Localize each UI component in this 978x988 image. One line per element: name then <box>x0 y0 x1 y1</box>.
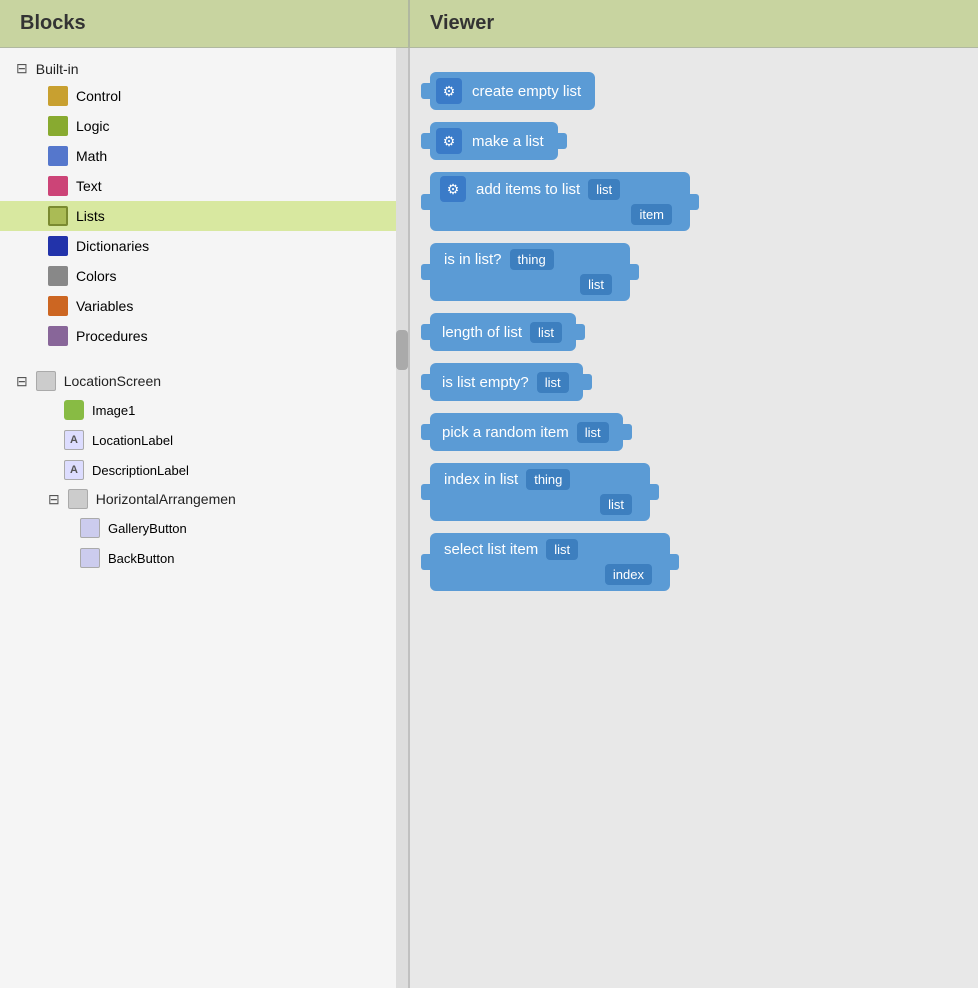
index-in-list-list-slot: list <box>600 494 632 515</box>
builtin-section: ⊟ Built-in Control Logic Math <box>0 48 408 359</box>
control-icon <box>48 86 68 106</box>
colors-icon <box>48 266 68 286</box>
gear-icon: ⚙ <box>436 78 462 104</box>
gear-icon: ⚙ <box>440 176 466 202</box>
block-add-items-to-list[interactable]: ⚙ add items to list list item <box>430 172 958 231</box>
add-items-text: add items to list <box>472 179 584 200</box>
gear-icon: ⚙ <box>436 128 462 154</box>
math-icon <box>48 146 68 166</box>
sidebar-item-variables[interactable]: Variables <box>0 291 408 321</box>
create-empty-list-text: create empty list <box>468 81 585 102</box>
logic-label: Logic <box>76 118 109 134</box>
block-make-a-list[interactable]: ⚙ make a list <box>430 122 958 160</box>
block-pick-random-item[interactable]: pick a random item list <box>430 413 958 451</box>
add-items-item-slot: item <box>631 204 672 225</box>
viewer-header: Viewer <box>410 0 978 47</box>
variables-icon <box>48 296 68 316</box>
block-is-list-empty[interactable]: is list empty? list <box>430 363 958 401</box>
horizontal-arrangement-icon <box>68 489 88 509</box>
length-of-list-slot: list <box>530 322 562 343</box>
location-screen-toggle[interactable]: ⊟ LocationScreen <box>0 367 408 395</box>
is-list-empty-slot: list <box>537 372 569 393</box>
sidebar-item-colors[interactable]: Colors <box>0 261 408 291</box>
is-in-list-thing-slot: thing <box>510 249 554 270</box>
pick-random-item-slot: list <box>577 422 609 443</box>
length-of-list-text: length of list <box>438 322 526 343</box>
block-index-in-list[interactable]: index in list thing list <box>430 463 958 521</box>
location-screen-section: ⊟ LocationScreen Image1 A LocationLabel … <box>0 359 408 581</box>
pick-random-item-text: pick a random item <box>438 422 573 443</box>
backbutton-label: BackButton <box>108 551 175 566</box>
locationlabel-label: LocationLabel <box>92 433 173 448</box>
scrollbar-thumb[interactable] <box>396 330 408 370</box>
control-label: Control <box>76 88 121 104</box>
variables-label: Variables <box>76 298 133 314</box>
logic-icon <box>48 116 68 136</box>
builtin-collapse-icon[interactable]: ⊟ <box>16 60 28 77</box>
math-label: Math <box>76 148 107 164</box>
block-select-list-item[interactable]: select list item list index <box>430 533 958 591</box>
gallerybutton-label: GalleryButton <box>108 521 187 536</box>
index-in-list-thing-slot: thing <box>526 469 570 490</box>
location-screen-label: LocationScreen <box>64 373 161 389</box>
is-in-list-list-slot: list <box>580 274 612 295</box>
image1-label: Image1 <box>92 403 135 418</box>
select-list-item-index-slot: index <box>605 564 652 585</box>
sidebar-item-math[interactable]: Math <box>0 141 408 171</box>
select-list-item-text: select list item <box>440 539 542 560</box>
descriptionlabel-icon: A <box>64 460 84 480</box>
sidebar-item-descriptionlabel[interactable]: A DescriptionLabel <box>0 455 408 485</box>
sidebar-item-control[interactable]: Control <box>0 81 408 111</box>
dictionaries-icon <box>48 236 68 256</box>
lists-icon <box>48 206 68 226</box>
sidebar-item-locationlabel[interactable]: A LocationLabel <box>0 425 408 455</box>
gallerybutton-icon <box>80 518 100 538</box>
builtin-toggle[interactable]: ⊟ Built-in <box>0 56 408 81</box>
dictionaries-label: Dictionaries <box>76 238 149 254</box>
backbutton-icon <box>80 548 100 568</box>
location-screen-collapse-icon[interactable]: ⊟ <box>16 373 28 390</box>
sidebar-item-image1[interactable]: Image1 <box>0 395 408 425</box>
blocks-header: Blocks <box>0 0 410 47</box>
block-create-empty-list[interactable]: ⚙ create empty list <box>430 72 958 110</box>
descriptionlabel-label: DescriptionLabel <box>92 463 189 478</box>
viewer-panel: ⚙ create empty list ⚙ make a list <box>410 48 978 988</box>
procedures-label: Procedures <box>76 328 148 344</box>
block-is-in-list[interactable]: is in list? thing list <box>430 243 958 301</box>
image1-icon <box>64 400 84 420</box>
builtin-label: Built-in <box>36 61 79 77</box>
sidebar-item-text[interactable]: Text <box>0 171 408 201</box>
locationlabel-icon: A <box>64 430 84 450</box>
sidebar-item-procedures[interactable]: Procedures <box>0 321 408 351</box>
blocks-container: ⚙ create empty list ⚙ make a list <box>430 64 958 611</box>
text-icon <box>48 176 68 196</box>
horizontal-arrangement-toggle[interactable]: ⊟ HorizontalArrangemen <box>0 485 408 513</box>
block-length-of-list[interactable]: length of list list <box>430 313 958 351</box>
index-in-list-text: index in list <box>440 469 522 490</box>
add-items-list-slot: list <box>588 179 620 200</box>
sidebar-item-backbutton[interactable]: BackButton <box>0 543 408 573</box>
sidebar-item-gallerybutton[interactable]: GalleryButton <box>0 513 408 543</box>
sidebar-item-dictionaries[interactable]: Dictionaries <box>0 231 408 261</box>
horizontal-arrangement-label: HorizontalArrangemen <box>96 491 236 507</box>
location-screen-icon <box>36 371 56 391</box>
scrollbar[interactable] <box>396 48 408 988</box>
procedures-icon <box>48 326 68 346</box>
lists-label: Lists <box>76 208 105 224</box>
is-in-list-text: is in list? <box>440 249 506 270</box>
left-panel: ⊟ Built-in Control Logic Math <box>0 48 410 988</box>
select-list-item-list-slot: list <box>546 539 578 560</box>
is-list-empty-text: is list empty? <box>438 372 533 393</box>
horizontal-arrangement-collapse-icon[interactable]: ⊟ <box>48 491 60 508</box>
sidebar-item-logic[interactable]: Logic <box>0 111 408 141</box>
make-a-list-text: make a list <box>468 131 548 152</box>
colors-label: Colors <box>76 268 116 284</box>
sidebar-item-lists[interactable]: Lists <box>0 201 408 231</box>
text-label: Text <box>76 178 102 194</box>
